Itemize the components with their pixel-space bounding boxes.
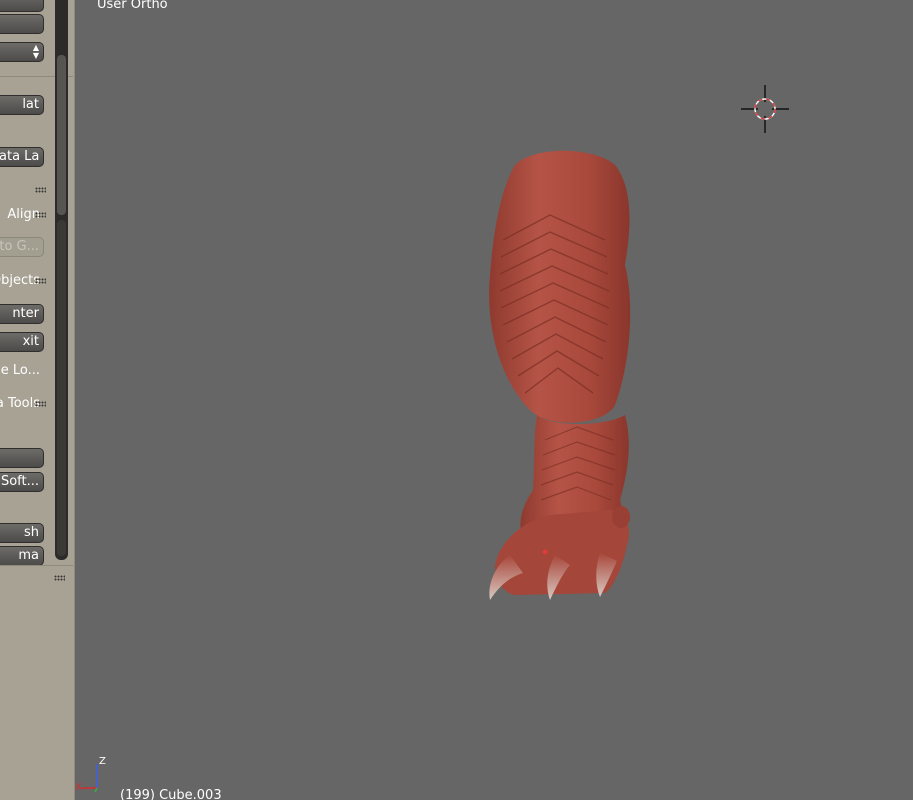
3d-viewport[interactable]: User Ortho Z X (199) Cube.003 [75, 0, 913, 800]
tool-button-label: Soft... [0, 474, 39, 489]
tool-button-shading-flat[interactable]: lat [0, 95, 44, 115]
panel-grip-icon[interactable] [35, 187, 46, 193]
panel-grip-icon[interactable] [54, 575, 65, 581]
tool-button-soft[interactable]: Soft... [0, 472, 44, 492]
tool-button-label: ma [18, 548, 39, 563]
tool-button-blank-2[interactable] [0, 448, 44, 468]
axis-gizmo-icon: Z X [75, 756, 106, 793]
tool-button-exit[interactable]: xit [0, 332, 44, 352]
tool-button-ma[interactable]: ma [0, 546, 44, 566]
panel-header-label: e Lo... [0, 363, 40, 378]
panel-grip-icon[interactable] [35, 401, 46, 407]
tool-button-align-to-g[interactable]: to G... [0, 237, 44, 257]
object-info: (199) Cube.003 [120, 788, 222, 800]
panel-grip-icon[interactable] [35, 278, 46, 284]
3d-cursor-icon [741, 85, 789, 133]
panel-header-lo[interactable]: e Lo... [0, 363, 40, 379]
tool-button-label: sh [23, 525, 39, 540]
tool-button-blank[interactable] [0, 14, 44, 34]
panel-header-objects[interactable]: Objects [0, 273, 40, 289]
tool-button-label: lat [22, 97, 39, 112]
tool-button-label: nter [12, 306, 39, 321]
updown-arrow-icon: ▲ ▼ [32, 43, 39, 60]
scrollbar-lower [57, 220, 66, 556]
axis-x-label: X [75, 782, 82, 793]
panel-header-label: a Tools [0, 396, 40, 411]
tool-button-label: to G... [0, 239, 39, 254]
tool-button-mesh[interactable]: sh [0, 523, 44, 543]
tool-button-center[interactable]: nter [0, 304, 44, 324]
scrollbar-thumb[interactable] [57, 55, 66, 215]
blender-window: ▲▼ lat Data La Align to G... Objects nte… [0, 0, 913, 800]
panel-header-tools[interactable]: a Tools [0, 396, 40, 412]
tool-dropdown[interactable]: ▲ ▼ [0, 42, 44, 62]
tool-button-data-layers[interactable]: Data La [0, 147, 44, 167]
sculpt-model[interactable] [455, 145, 655, 605]
tool-button-label: xit [22, 334, 39, 349]
axis-z-label: Z [99, 756, 106, 767]
view-name: User Ortho [97, 0, 168, 12]
tool-button-label: Data La [0, 149, 40, 164]
panel-header-label: Objects [0, 273, 40, 288]
tool-shelf: ▲▼ lat Data La Align to G... Objects nte… [0, 0, 75, 800]
panel-header-align[interactable]: Align [0, 207, 40, 223]
panel-grip-icon[interactable] [35, 212, 46, 218]
separator [0, 565, 73, 566]
tool-button-top[interactable] [0, 0, 44, 12]
